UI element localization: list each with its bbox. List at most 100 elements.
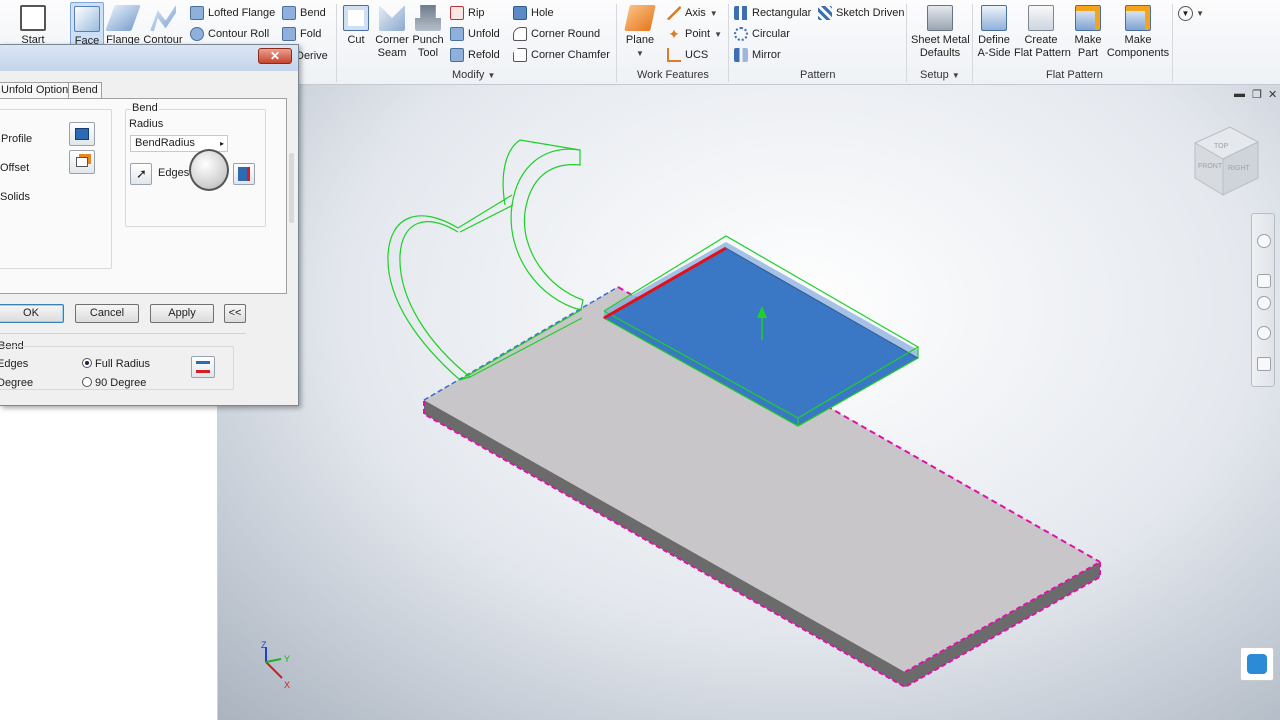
ucs-label: UCS: [685, 49, 709, 61]
make-components-button[interactable]: Make Components: [1106, 5, 1170, 60]
face-icon: [74, 6, 100, 32]
pan-icon[interactable]: [1257, 274, 1271, 288]
cut-label: Cut: [347, 34, 365, 46]
orbit-icon[interactable]: [1257, 326, 1271, 340]
cursor-arrow-icon: ➚: [136, 166, 147, 181]
start-sketch-button[interactable]: Start: [18, 5, 48, 47]
hole-button[interactable]: Hole: [513, 4, 554, 22]
sketch-pencil-icon: [20, 5, 46, 31]
edges-label: Edges: [158, 167, 190, 179]
cut-button[interactable]: Cut: [341, 5, 371, 47]
sketch-driven-pattern-button[interactable]: Sketch Driven: [818, 4, 904, 22]
bend-label: Bend: [300, 7, 326, 19]
edges-select-button[interactable]: ➚: [130, 163, 152, 185]
dialog-scrollbar[interactable]: [289, 153, 294, 223]
bend-extension-button[interactable]: [191, 356, 215, 378]
create-flat-pattern-button[interactable]: Create Flat Pattern: [1014, 5, 1071, 60]
ribbon-separator: [906, 4, 907, 82]
chevron-down-icon: ▼: [714, 29, 722, 39]
edges-option-label: Edges: [0, 358, 29, 370]
point-button[interactable]: ✦ Point ▼: [667, 25, 722, 43]
contour-roll-label: Contour Roll: [208, 28, 270, 40]
corner-round-label: Corner Round: [531, 28, 601, 40]
corner-seam-label-1: Corner: [375, 34, 409, 46]
rectangular-label: Rectangular: [752, 7, 812, 19]
tab-panel: Profile Offset Solids Bend Radius BendRa…: [0, 98, 287, 294]
plane-button[interactable]: Plane ▼: [622, 5, 658, 60]
corner-chamfer-button[interactable]: Corner Chamfer: [513, 46, 610, 64]
contour-flange-button[interactable]: Contour: [143, 5, 183, 47]
navigation-bar: [1251, 213, 1275, 387]
ribbon-options-button[interactable]: ▼ ▼: [1178, 6, 1204, 21]
contour-roll-icon: [190, 27, 204, 41]
ribbon-separator: [728, 4, 729, 82]
mirror-button[interactable]: Mirror: [734, 46, 781, 64]
make-components-label-2: Components: [1106, 47, 1170, 59]
flange-button[interactable]: Flange: [105, 5, 141, 47]
setup-group-label[interactable]: Setup ▼: [920, 69, 960, 81]
circular-pattern-button[interactable]: Circular: [734, 25, 790, 43]
work-features-group-label: Work Features: [637, 69, 709, 81]
make-part-label-1: Make: [1074, 34, 1102, 46]
punch-tool-button[interactable]: Punch Tool: [411, 5, 445, 60]
rip-button[interactable]: Rip: [450, 4, 485, 22]
contour-flange-icon: [150, 5, 176, 31]
profile-select-button[interactable]: [69, 122, 95, 146]
rectangular-pattern-button[interactable]: Rectangular: [734, 4, 811, 22]
chevron-down-icon: ▼: [487, 71, 496, 80]
rectangular-pattern-icon: [734, 6, 748, 20]
punch-tool-label-1: Punch: [412, 34, 444, 46]
point-label: Point: [685, 28, 711, 40]
derive-button[interactable]: Derive: [296, 47, 328, 65]
contour-roll-button[interactable]: Contour Roll: [190, 25, 269, 43]
flip-offset-button[interactable]: [69, 150, 95, 174]
sketch-driven-pattern-icon: [818, 6, 832, 20]
face-button[interactable]: Face: [70, 2, 104, 48]
view-cube[interactable]: TOP FRONT RIGHT: [1193, 126, 1260, 196]
steering-wheel-icon[interactable]: [1257, 234, 1271, 248]
coordinate-triad: Z Y X: [261, 640, 290, 690]
cancel-button[interactable]: Cancel: [75, 304, 139, 323]
corner-round-button[interactable]: Corner Round: [513, 25, 600, 43]
rip-label: Rip: [468, 7, 485, 19]
define-aside-icon: [981, 5, 1007, 31]
tab-bend[interactable]: Bend: [68, 82, 102, 98]
look-at-icon[interactable]: [1257, 357, 1271, 371]
axis-button[interactable]: Axis ▼: [667, 4, 718, 22]
ok-button[interactable]: OK: [0, 304, 64, 323]
sketch-driven-label: Sketch Driven: [836, 7, 905, 19]
unfold-button[interactable]: Unfold: [450, 25, 500, 43]
collapse-dialog-button[interactable]: <<: [224, 304, 246, 323]
dialog-title-bar[interactable]: [0, 45, 298, 71]
derive-label: Derive: [296, 50, 328, 62]
fold-button[interactable]: Fold: [282, 25, 321, 43]
tab-unfold-options[interactable]: Unfold Options: [0, 82, 78, 98]
create-flat-pattern-label-1: Create: [1024, 34, 1058, 46]
apply-button[interactable]: Apply: [150, 304, 214, 323]
modify-group-label[interactable]: Modify ▼: [452, 69, 495, 81]
bend-button[interactable]: Bend: [282, 4, 326, 22]
make-part-button[interactable]: Make Part: [1071, 5, 1105, 60]
lofted-flange-button[interactable]: Lofted Flange: [190, 4, 275, 22]
ninety-degree-radio[interactable]: 90 Degree: [82, 377, 146, 389]
flip-direction-button[interactable]: [233, 163, 255, 185]
radius-label: Radius: [129, 118, 164, 130]
circular-pattern-icon: [734, 27, 748, 41]
model-scene[interactable]: Z Y X TOP FRONT RIGHT: [218, 85, 1280, 720]
sheet-metal-defaults-label-2: Defaults: [919, 47, 961, 59]
zoom-icon[interactable]: [1257, 296, 1271, 310]
full-radius-radio[interactable]: Full Radius: [82, 358, 150, 370]
corner-chamfer-icon: [513, 48, 527, 62]
sheet-metal-defaults-icon: [927, 5, 953, 31]
solids-label: Solids: [0, 191, 30, 203]
graphics-viewport[interactable]: ▬ ❐ ✕ Z Y X TOP FRONT RIGHT: [218, 85, 1280, 720]
dialog-close-button[interactable]: ✕: [258, 48, 292, 64]
create-flat-pattern-icon: [1028, 5, 1054, 31]
define-aside-button[interactable]: Define A-Side: [975, 5, 1013, 60]
sheet-metal-defaults-button[interactable]: Sheet Metal Defaults: [911, 5, 970, 60]
share-button[interactable]: [1240, 647, 1274, 681]
ucs-button[interactable]: UCS: [667, 46, 708, 64]
refold-button[interactable]: Refold: [450, 46, 500, 64]
corner-seam-button[interactable]: Corner Seam: [374, 5, 410, 60]
profile-icon: [75, 128, 89, 140]
